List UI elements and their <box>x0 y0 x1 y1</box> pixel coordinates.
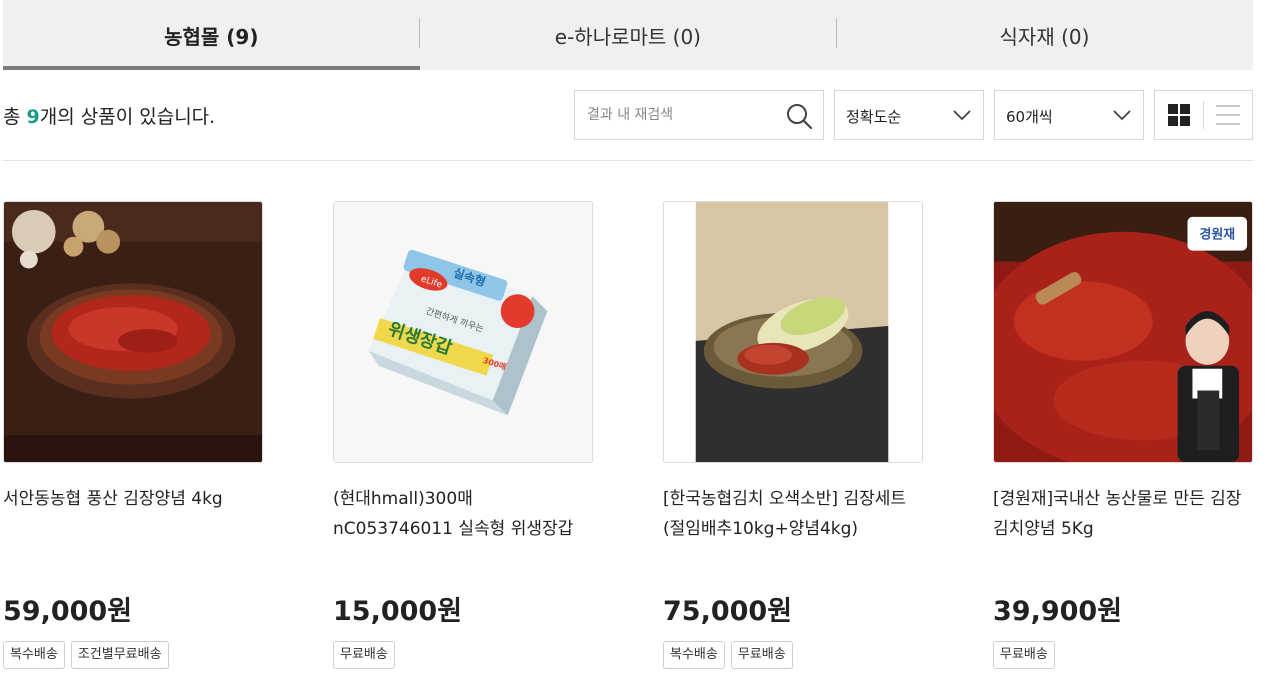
search-input[interactable] <box>575 91 775 139</box>
product-image[interactable] <box>663 201 923 463</box>
chevron-down-icon <box>1113 110 1131 121</box>
view-toggle <box>1154 90 1253 140</box>
sort-select-value: 정확도순 <box>846 108 902 126</box>
result-count-number: 9 <box>26 106 40 128</box>
tab-e-hanaro-mart[interactable]: e-하나로마트 (0) <box>420 0 837 70</box>
toolbar-divider <box>3 160 1253 161</box>
shipping-badge: 무료배송 <box>993 641 1055 669</box>
shipping-badges: 복수배송 무료배송 <box>663 641 793 669</box>
shipping-badges: 무료배송 <box>993 641 1055 669</box>
category-tabs: 농협몰 (9) e-하나로마트 (0) 식자재 (0) <box>3 0 1253 70</box>
product-price: 15,000원 <box>333 596 463 627</box>
brand-logo-text: 경원재 <box>1199 227 1235 243</box>
search-icon[interactable] <box>785 102 813 130</box>
product-name[interactable]: [한국농협김치 오색소반] 김장세트(절임배추10kg+양념4kg) <box>663 484 925 544</box>
product-card[interactable]: 경원재 [경원재]국내산 농산물로 만든 김장 김치양념 5Kg 39,900원… <box>993 201 1253 669</box>
product-name[interactable]: (현대hmall)300매 nC053746011 실속형 위생장갑 <box>333 484 595 544</box>
product-image[interactable]: 경원재 <box>993 201 1253 463</box>
tab-nonghyup-mall[interactable]: 농협몰 (9) <box>3 0 420 70</box>
shipping-badge: 복수배송 <box>663 641 725 669</box>
chevron-down-icon <box>953 110 971 121</box>
tab-divider <box>836 18 837 48</box>
product-price: 59,000원 <box>3 596 133 627</box>
search-within-results <box>574 90 824 140</box>
product-name[interactable]: 서안동농협 풍산 김장양념 4kg <box>3 484 265 514</box>
shipping-badges: 무료배송 <box>333 641 395 669</box>
product-image[interactable]: eLife 실속형 간편하게 끼우는 위생장갑 300매 <box>333 201 593 463</box>
grid-view-icon[interactable] <box>1155 91 1203 139</box>
product-name[interactable]: [경원재]국내산 농산물로 만든 김장 김치양념 5Kg <box>993 484 1255 544</box>
shipping-badges: 복수배송 조건별무료배송 <box>3 641 169 669</box>
per-page-select[interactable]: 60개씩 <box>994 90 1144 140</box>
shipping-badge: 조건별무료배송 <box>70 641 169 669</box>
product-image[interactable] <box>3 201 263 463</box>
shipping-badge: 무료배송 <box>730 641 793 669</box>
result-count-prefix: 총 <box>3 106 27 128</box>
tab-divider <box>419 18 420 48</box>
shipping-badge: 복수배송 <box>3 641 65 669</box>
list-view-icon[interactable] <box>1204 91 1252 139</box>
product-card[interactable]: eLife 실속형 간편하게 끼우는 위생장갑 300매 (현대hmall)30… <box>333 201 593 669</box>
product-price: 39,900원 <box>993 596 1123 627</box>
product-price: 75,000원 <box>663 596 793 627</box>
per-page-select-value: 60개씩 <box>1006 108 1053 126</box>
sort-select[interactable]: 정확도순 <box>834 90 984 140</box>
shipping-badge: 무료배송 <box>333 641 395 669</box>
product-card[interactable]: [한국농협김치 오색소반] 김장세트(절임배추10kg+양념4kg) 75,00… <box>663 201 923 669</box>
tab-food-ingredients[interactable]: 식자재 (0) <box>836 0 1253 70</box>
result-count: 총 9개의 상품이 있습니다. <box>3 102 215 129</box>
result-count-suffix: 개의 상품이 있습니다. <box>39 106 216 128</box>
product-card[interactable]: 서안동농협 풍산 김장양념 4kg 59,000원 복수배송 조건별무료배송 <box>3 201 263 669</box>
